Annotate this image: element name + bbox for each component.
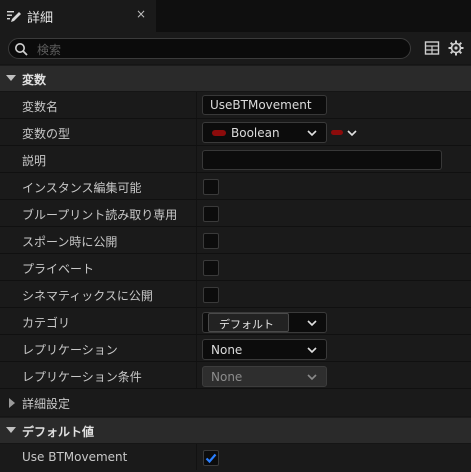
replication-condition-value: None: [211, 370, 243, 384]
chevron-right-icon: [9, 398, 15, 408]
category-value-chip[interactable]: デフォルト: [208, 313, 289, 332]
tab-bar: 詳細 ×: [0, 0, 471, 32]
chevron-down-icon: [307, 374, 317, 381]
row-description: 説明: [0, 146, 471, 173]
section-title: デフォルト値: [22, 425, 95, 439]
column-splitter[interactable]: [196, 281, 197, 307]
row-label: ブループリント読み取り専用: [22, 208, 178, 222]
column-splitter[interactable]: [196, 335, 197, 361]
close-icon[interactable]: ×: [136, 7, 146, 21]
row-label: シネマティックスに公開: [22, 289, 153, 303]
details-tab[interactable]: 詳細 ×: [0, 0, 156, 32]
row-variable-type: 変数の型 Boolean: [0, 119, 471, 146]
container-type-chevron-icon[interactable]: [346, 127, 358, 139]
expose-on-spawn-checkbox[interactable]: [203, 233, 219, 249]
search-placeholder: 検索: [37, 43, 62, 57]
column-splitter[interactable]: [196, 227, 197, 253]
row-label: 変数名: [22, 100, 59, 114]
row-label: Use BTMovement: [22, 450, 128, 464]
chevron-down-icon: [307, 320, 317, 327]
column-splitter[interactable]: [196, 444, 197, 470]
row-expose-on-spawn: スポーン時に公開: [0, 227, 471, 254]
replication-condition-dropdown: None: [202, 366, 327, 387]
column-splitter[interactable]: [196, 254, 197, 280]
column-splitter[interactable]: [196, 92, 197, 118]
chevron-down-icon: [307, 347, 317, 354]
container-type-pin-icon[interactable]: [331, 130, 343, 135]
description-field[interactable]: [202, 150, 442, 170]
row-expose-cinematics: シネマティックスに公開: [0, 281, 471, 308]
column-splitter[interactable]: [196, 146, 197, 172]
replication-value: None: [211, 343, 243, 357]
row-label: プライベート: [22, 262, 95, 276]
variable-name-field[interactable]: UseBTMovement: [202, 95, 327, 115]
row-label: カテゴリ: [22, 316, 71, 330]
row-label: 説明: [22, 154, 47, 168]
checkmark-icon: [205, 453, 217, 464]
section-header-variables[interactable]: 変数: [0, 65, 471, 91]
search-icon: [15, 43, 28, 56]
row-variable-name: 変数名 UseBTMovement: [0, 92, 471, 119]
row-label: スポーン時に公開: [22, 235, 118, 249]
column-splitter[interactable]: [196, 362, 197, 388]
row-blueprint-readonly: ブループリント読み取り専用: [0, 200, 471, 227]
instance-editable-checkbox[interactable]: [203, 179, 219, 195]
chevron-down-icon: [6, 75, 16, 81]
blueprint-readonly-checkbox[interactable]: [203, 206, 219, 222]
chevron-down-icon: [307, 130, 317, 137]
column-splitter[interactable]: [196, 119, 197, 145]
boolean-pin-icon: [212, 130, 226, 136]
use-bt-movement-checkbox[interactable]: [203, 450, 219, 466]
row-private: プライベート: [0, 254, 471, 281]
advanced-settings-label: 詳細設定: [22, 397, 71, 411]
row-default-use-bt-movement: Use BTMovement: [0, 444, 471, 472]
row-instance-editable: インスタンス編集可能: [0, 173, 471, 200]
tab-title: 詳細: [27, 11, 54, 26]
row-label: インスタンス編集可能: [22, 181, 142, 195]
variable-type-value: Boolean: [231, 126, 280, 140]
private-checkbox[interactable]: [203, 260, 219, 276]
property-matrix-icon[interactable]: [424, 40, 440, 56]
replication-dropdown[interactable]: None: [202, 339, 327, 360]
chevron-down-icon: [6, 427, 16, 433]
expose-cinematics-checkbox[interactable]: [203, 287, 219, 303]
column-splitter[interactable]: [196, 308, 197, 334]
section-title: 変数: [22, 73, 47, 87]
settings-gear-icon[interactable]: [448, 40, 464, 56]
row-label: 変数の型: [22, 127, 71, 141]
row-label: レプリケーション条件: [22, 370, 142, 384]
advanced-settings-row[interactable]: 詳細設定: [0, 389, 471, 416]
column-splitter[interactable]: [196, 173, 197, 199]
variable-type-dropdown[interactable]: Boolean: [202, 122, 327, 143]
row-replication-condition: レプリケーション条件 None: [0, 362, 471, 389]
search-input[interactable]: 検索: [8, 38, 411, 59]
section-header-default-value[interactable]: デフォルト値: [0, 417, 471, 443]
details-pencil-icon: [7, 11, 21, 22]
column-splitter[interactable]: [196, 200, 197, 226]
row-replication: レプリケーション None: [0, 335, 471, 362]
row-label: レプリケーション: [22, 343, 118, 357]
